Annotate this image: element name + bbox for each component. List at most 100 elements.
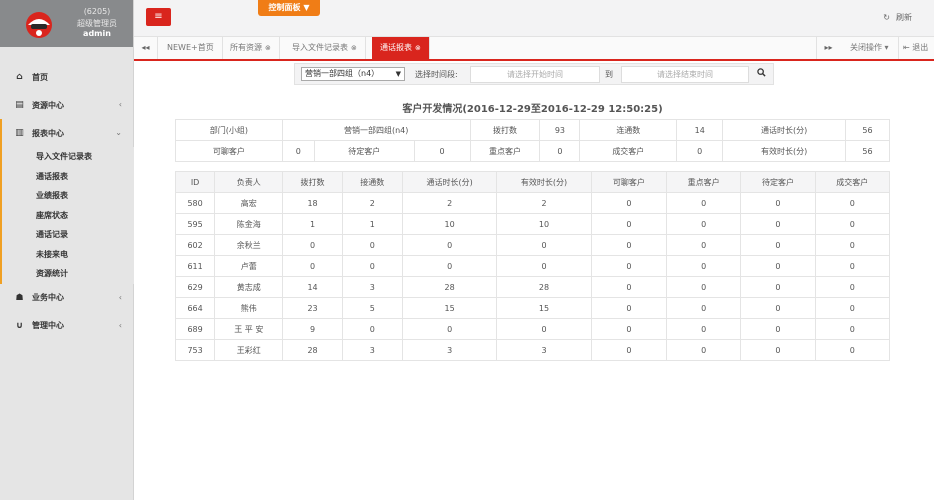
table-cell: 0 (496, 318, 592, 340)
table-cell: 5 (341, 297, 403, 319)
submenu-call-records[interactable]: 通话记录 (0, 225, 134, 245)
submenu-call-report[interactable]: 通话报表 (0, 166, 134, 186)
table-cell: 0 (496, 234, 592, 256)
column-header: 接通数 (341, 171, 403, 193)
table-cell: 0 (740, 318, 816, 340)
table-cell: 9 (282, 318, 343, 340)
summary-value: 93 (539, 119, 581, 141)
user-name[interactable]: admin (70, 29, 124, 38)
search-button[interactable] (753, 67, 769, 82)
detail-table-body: 580 高宏 18 2 2 2 0 0 0 0 595 陈金海 1 1 10 10 0 0 0 0 602 余秋兰 0 0 0 0… (174, 192, 891, 361)
group-select-value: 营销一部四组（n4） (305, 69, 380, 78)
column-header: 成交客户 (814, 171, 891, 193)
column-header: 重点客户 (666, 171, 742, 193)
table-cell: 0 (814, 255, 891, 277)
submenu-resource-stats[interactable]: 资源统计 (0, 264, 134, 284)
bar-chart-icon: ▥ (15, 128, 24, 138)
dropdown-arrow-icon: ▼ (395, 70, 401, 78)
table-cell: 0 (590, 276, 668, 298)
tab-label: 所有资源 (230, 43, 262, 52)
table-cell: 3 (496, 339, 592, 361)
column-header: 可聊客户 (590, 171, 668, 193)
start-time-input[interactable]: 请选择开始时间 (470, 66, 600, 83)
summary-label: 部门(小组) (175, 119, 283, 141)
table-cell: 753 (174, 339, 216, 361)
chevron-left-icon: ‹ (118, 292, 122, 302)
table-cell: 0 (740, 255, 816, 277)
tab-call-report[interactable]: 通话报表 ⊗ (372, 37, 430, 59)
logout-button[interactable]: ⇤ 退出 (898, 37, 928, 59)
table-cell: 0 (666, 255, 742, 277)
submenu-missed-calls[interactable]: 未接来电 (0, 244, 134, 264)
table-cell: 0 (590, 318, 668, 340)
tab-home[interactable]: NEWE+首页 (159, 37, 223, 59)
table-cell: 3 (341, 276, 403, 298)
table-cell: 0 (666, 234, 742, 256)
table-row: 602 余秋兰 0 0 0 0 0 0 0 0 (174, 234, 891, 256)
table-row: 664 熊伟 23 5 15 15 0 0 0 0 (174, 297, 891, 319)
submenu-seat-status[interactable]: 座席状态 (0, 205, 134, 225)
summary-label: 有效时长(分) (722, 140, 846, 162)
table-cell: 0 (666, 192, 742, 214)
user-id: (6205) (83, 7, 111, 16)
summary-value: 0 (676, 140, 724, 162)
sidebar-nav: ⌂ 首页 ▤ 资源中心 ‹ ▥ 报表中心 ⌄ 导入文件记录表 通话报表 业绩报表… (0, 63, 134, 340)
table-cell: 0 (341, 318, 403, 340)
close-icon[interactable]: ⊗ (415, 44, 421, 52)
tabs-bar: ◂◂ NEWE+首页 所有资源 ⊗ 导入文件记录表 ⊗ 通话报表 ⊗ ▸▸ 关闭操作 … (134, 37, 934, 61)
list-icon: ▤ (15, 100, 24, 110)
summary-label: 重点客户 (469, 140, 541, 162)
menu-toggle-button[interactable]: ≡ (146, 8, 171, 26)
table-cell: 3 (341, 339, 403, 361)
table-cell: 熊伟 (214, 297, 284, 319)
control-panel-button[interactable]: 控制面板 ▼ (258, 0, 320, 16)
graduation-cap-icon: ☗ (15, 292, 24, 303)
chevron-down-icon: ⌄ (115, 128, 122, 137)
table-cell: 0 (814, 192, 891, 214)
reports-submenu: 导入文件记录表 通话报表 业绩报表 座席状态 通话记录 未接来电 资源统计 (0, 147, 134, 284)
sidebar-item-home[interactable]: ⌂ 首页 (0, 63, 134, 91)
table-cell: 1 (341, 213, 403, 235)
sidebar-item-business[interactable]: ☗ 业务中心 ‹ (0, 284, 134, 312)
submenu-performance-report[interactable]: 业绩报表 (0, 186, 134, 206)
tab-import-records[interactable]: 导入文件记录表 ⊗ (284, 37, 366, 59)
table-cell: 0 (814, 297, 891, 319)
table-cell: 15 (401, 297, 498, 319)
summary-value: 营销一部四组(n4) (281, 119, 471, 141)
summary-label: 可聊客户 (175, 140, 283, 162)
filter-bar: 营销一部四组（n4） ▼ 选择时间段: 请选择开始时间 到 请选择结束时间 (294, 63, 774, 85)
tab-all-resources[interactable]: 所有资源 ⊗ (222, 37, 280, 59)
table-cell: 580 (174, 192, 216, 214)
sidebar-item-resources[interactable]: ▤ 资源中心 ‹ (0, 91, 134, 119)
table-cell: 余秋兰 (214, 234, 284, 256)
table-cell: 0 (282, 255, 343, 277)
close-operations-dropdown[interactable]: 关闭操作 ▾ (850, 37, 889, 59)
end-time-input[interactable]: 请选择结束时间 (621, 66, 749, 83)
table-cell: 28 (496, 276, 592, 298)
column-header: 通话时长(分) (401, 171, 498, 193)
table-cell: 10 (496, 213, 592, 235)
table-cell: 10 (401, 213, 498, 235)
sidebar-item-reports[interactable]: ▥ 报表中心 ⌄ (0, 119, 134, 147)
group-select[interactable]: 营销一部四组（n4） ▼ (301, 67, 405, 81)
sidebar-item-management[interactable]: ∪ 管理中心 ‹ (0, 312, 134, 340)
refresh-button[interactable]: ↻ 刷新 (883, 12, 912, 23)
summary-table: 部门(小组) 营销一部四组(n4) 拨打数 93 连通数 14 通话时长(分) … (175, 119, 891, 162)
sidebar-item-label: 报表中心 (32, 128, 64, 138)
submenu-import-records[interactable]: 导入文件记录表 (0, 147, 134, 167)
table-cell: 0 (341, 255, 403, 277)
table-cell: 28 (401, 276, 498, 298)
table-cell: 0 (590, 255, 668, 277)
time-range-label: 选择时间段: (415, 70, 458, 79)
table-cell: 2 (341, 192, 403, 214)
sidebar-item-label: 业务中心 (32, 293, 64, 302)
tabs-scroll-right-button[interactable]: ▸▸ (816, 37, 840, 59)
column-header: 负责人 (214, 171, 284, 193)
close-icon[interactable]: ⊗ (351, 44, 357, 52)
table-cell: 高宏 (214, 192, 284, 214)
tabs-scroll-left-button[interactable]: ◂◂ (134, 37, 158, 59)
close-icon[interactable]: ⊗ (265, 44, 271, 52)
table-cell: 0 (282, 234, 343, 256)
table-cell: 2 (401, 192, 498, 214)
table-cell: 602 (174, 234, 216, 256)
